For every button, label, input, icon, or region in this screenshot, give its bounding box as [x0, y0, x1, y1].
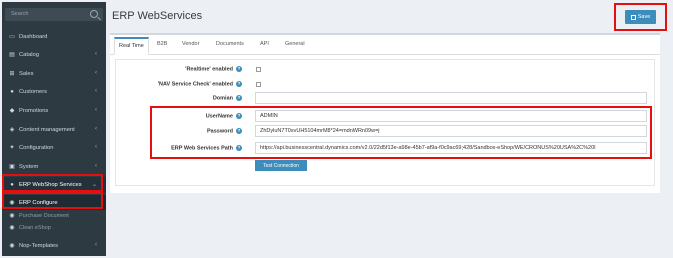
sidebar-item-configuration[interactable]: ✦ Configuration ‹ [2, 140, 106, 155]
circle-dot-icon: ◉ [9, 225, 15, 231]
page-title: ERP WebServices [112, 10, 203, 22]
help-icon[interactable]: ? [236, 66, 242, 72]
chevron-left-icon: ‹ [95, 51, 97, 57]
tab-general[interactable]: General [285, 41, 305, 47]
domain-label-text: Domian [212, 95, 233, 102]
nav-check-label: 'NAV Service Check' enabled? [112, 81, 242, 87]
sidebar-item-system[interactable]: ▣ System ‹ [2, 159, 106, 174]
nav-check-checkbox[interactable] [256, 82, 261, 87]
tag-icon: ◆ [9, 107, 15, 114]
sidebar-item-label: Catalog [19, 51, 39, 58]
book-icon: ▤ [9, 51, 15, 58]
sidebar-item-label: Purchase Document [19, 213, 69, 219]
tab-b2b[interactable]: B2B [157, 41, 167, 47]
cubes-icon: ◈ [9, 126, 15, 133]
highlight-box [2, 174, 103, 192]
gears-icon: ✦ [9, 144, 15, 151]
tab-api[interactable]: API [260, 41, 269, 47]
help-icon[interactable]: ? [236, 81, 242, 87]
chevron-left-icon: ‹ [95, 144, 97, 150]
sidebar-item-label: Content management [19, 126, 75, 133]
sidebar-item-label: Dashboard [19, 33, 48, 40]
sidebar-item-label: System [19, 163, 39, 170]
test-connection-button[interactable]: Test Connection [255, 160, 307, 171]
search-input[interactable]: Search [5, 8, 103, 21]
sidebar-item-content-management[interactable]: ◈ Content management ‹ [2, 122, 106, 137]
sidebar-item-purchase-document[interactable]: ◉ Purchase Document [2, 210, 106, 222]
sidebar-item-label: Sales [19, 70, 34, 77]
tab-vendor[interactable]: Vendor [182, 41, 199, 47]
sidebar-item-dashboard[interactable]: ▭ Dashboard [2, 29, 106, 44]
domain-label: Domian? [112, 95, 242, 101]
cart-icon: ⊞ [9, 70, 15, 77]
search-icon[interactable] [90, 10, 98, 18]
sidebar-item-catalog[interactable]: ▤ Catalog ‹ [2, 47, 106, 62]
highlight-box [614, 3, 667, 31]
domain-field[interactable] [255, 92, 647, 104]
realtime-label: 'Realtime' enabled? [112, 66, 242, 72]
sidebar-item-nop-templates[interactable]: ◉ Nop-Templates ‹ [2, 238, 106, 253]
chevron-left-icon: ‹ [95, 163, 97, 169]
chevron-left-icon: ‹ [95, 70, 97, 76]
chevron-left-icon: ‹ [95, 242, 97, 248]
user-icon: ● [10, 88, 14, 95]
cube-icon: ▣ [9, 163, 15, 170]
realtime-label-text: 'Realtime' enabled [185, 66, 233, 73]
circle-dot-icon: ◉ [9, 213, 15, 219]
sidebar-item-customers[interactable]: ● Customers ‹ [2, 84, 106, 99]
highlight-box [2, 192, 103, 209]
highlight-box [150, 106, 652, 159]
realtime-checkbox[interactable] [256, 67, 261, 72]
chevron-left-icon: ‹ [95, 126, 97, 132]
tab-bar: Real Time B2B Vendor Documents API Gener… [110, 35, 660, 55]
chevron-left-icon: ‹ [95, 107, 97, 113]
sidebar-item-label: Clean eShop [19, 225, 51, 231]
sidebar-item-label: Configuration [19, 144, 54, 151]
search-placeholder: Search [11, 11, 29, 17]
desktop-icon: ▭ [9, 33, 15, 40]
sidebar-item-promotions[interactable]: ◆ Promotions ‹ [2, 103, 106, 118]
sidebar-item-clean-eshop[interactable]: ◉ Clean eShop [2, 222, 106, 234]
help-icon[interactable]: ? [236, 95, 242, 101]
chevron-left-icon: ‹ [95, 88, 97, 94]
sidebar-item-label: Nop-Templates [19, 242, 58, 249]
circle-dot-icon: ◉ [9, 242, 15, 249]
sidebar-item-sales[interactable]: ⊞ Sales ‹ [2, 66, 106, 81]
nav-check-label-text: 'NAV Service Check' enabled [157, 81, 233, 88]
sidebar: Search ▭ Dashboard ▤ Catalog ‹ ⊞ Sales ‹… [2, 2, 106, 256]
tab-documents[interactable]: Documents [216, 41, 244, 47]
tab-real-time[interactable]: Real Time [114, 37, 149, 55]
sidebar-item-label: Promotions [19, 107, 49, 114]
sidebar-item-label: Customers [19, 88, 48, 95]
